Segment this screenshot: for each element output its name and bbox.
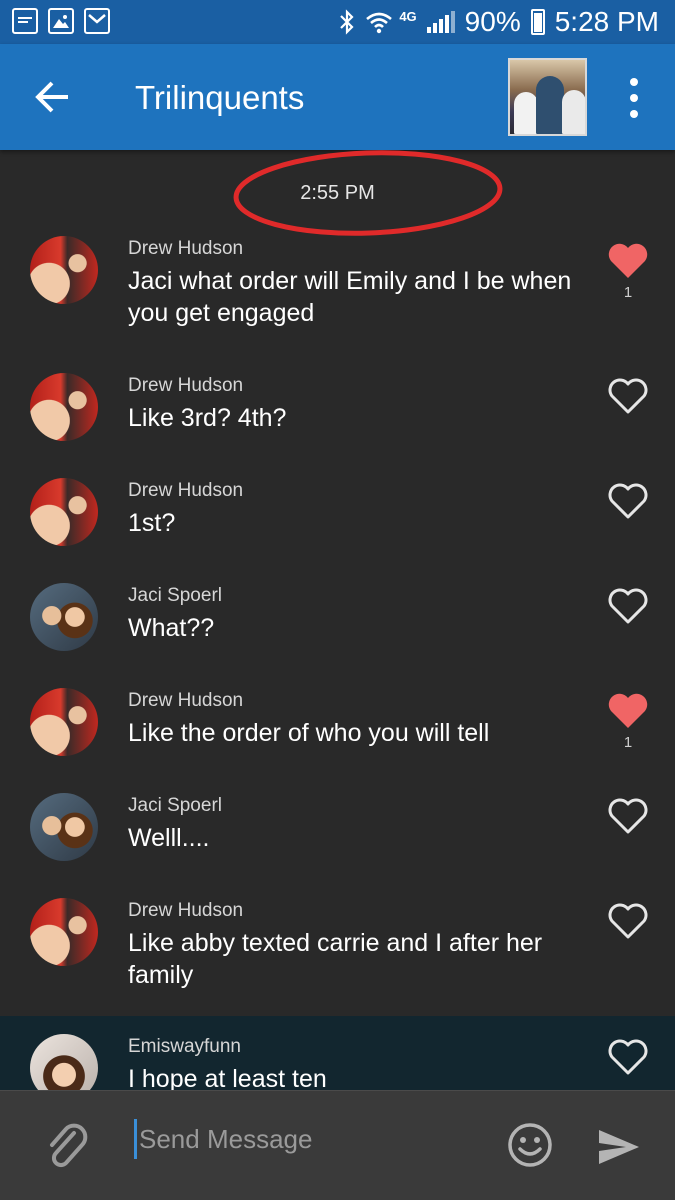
message-text: Like 3rd? 4th? [128,404,287,432]
message-composer [0,1090,675,1200]
sender-name: Jaci Spoerl [128,585,222,606]
more-options-button[interactable] [620,78,648,118]
sender-name: Drew Hudson [128,238,244,259]
like-count: 1 [623,734,633,751]
sender-name: Drew Hudson [128,375,244,396]
avatar[interactable] [30,793,98,861]
heart-icon[interactable] [607,242,649,280]
image-icon [48,8,74,34]
heart-icon[interactable] [607,587,649,625]
battery-icon [530,9,545,35]
heart-icon[interactable] [607,377,649,415]
sender-name: Drew Hudson [128,900,244,921]
paperclip-icon[interactable] [44,1121,90,1171]
avatar[interactable] [30,583,98,651]
signal-icon [426,11,455,33]
bluetooth-icon [340,9,354,35]
message-timestamp: 2:55 PM [300,182,375,204]
message-text: Jaci what order will Emily and I be when… [128,267,572,327]
status-bar: 4G 90% 5:28 PM [0,0,675,44]
message-text: Welll.... [128,824,210,852]
heart-icon[interactable] [607,902,649,940]
sender-name: Drew Hudson [128,690,244,711]
app-bar: Trilinquents [0,44,675,150]
avatar[interactable] [30,373,98,441]
emoji-icon[interactable] [506,1121,554,1169]
message-text: 1st? [128,509,176,537]
message-input[interactable] [134,1119,474,1159]
back-button[interactable] [30,74,76,120]
avatar[interactable] [30,478,98,546]
wifi-icon [366,12,393,34]
group-avatar[interactable] [508,58,587,136]
avatar[interactable] [30,898,98,966]
sender-name: Emiswayfunn [128,1036,241,1057]
chat-icon [12,8,38,34]
more-vert-icon [630,78,638,118]
avatar[interactable] [30,688,98,756]
heart-icon[interactable] [607,797,649,835]
like-count: 1 [623,284,633,301]
message-text: What?? [128,614,215,642]
mail-icon [84,8,110,34]
heart-icon[interactable] [607,1038,649,1076]
conversation-title: Trilinquents [135,79,305,116]
network-type-label: 4G [399,8,417,24]
sender-name: Jaci Spoerl [128,795,222,816]
clock: 5:28 PM [554,6,659,37]
message-text: Like abby texted carrie and I after her … [128,929,543,989]
sender-name: Drew Hudson [128,480,244,501]
battery-percent: 90% [464,6,521,37]
back-arrow-icon [35,81,68,113]
send-icon[interactable] [596,1127,642,1167]
avatar[interactable] [30,236,98,304]
heart-icon[interactable] [607,482,649,520]
heart-icon[interactable] [607,692,649,730]
message-text: Like the order of who you will tell [128,719,490,747]
